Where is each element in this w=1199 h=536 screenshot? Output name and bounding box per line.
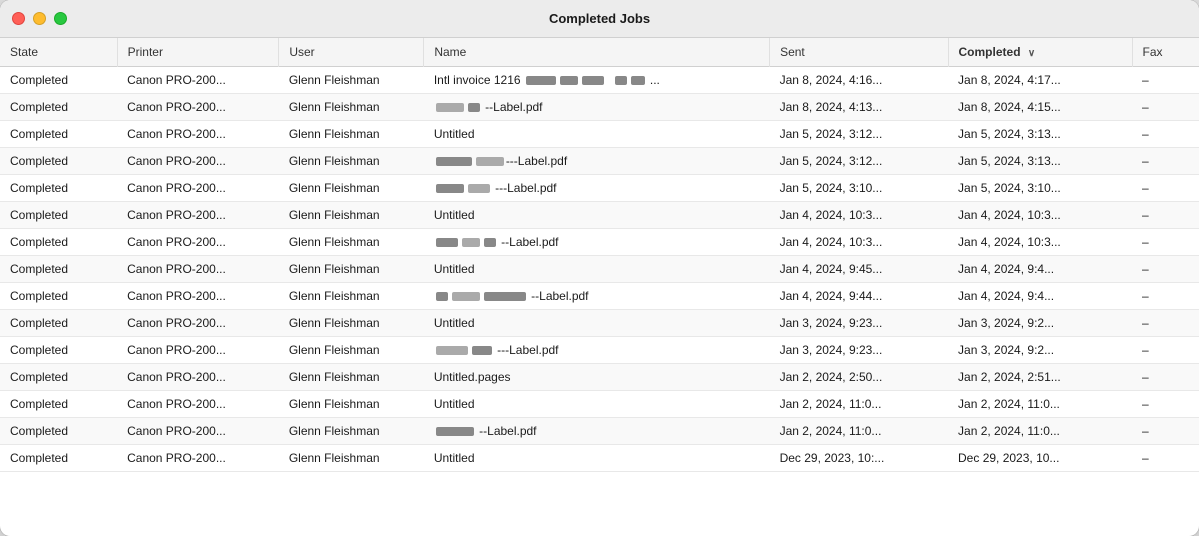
col-header-state[interactable]: State — [0, 38, 117, 67]
col-header-completed[interactable]: Completed ∨ — [948, 38, 1132, 67]
table-row[interactable]: CompletedCanon PRO-200...Glenn Fleishman… — [0, 67, 1199, 94]
traffic-lights — [12, 12, 67, 25]
table-row[interactable]: CompletedCanon PRO-200...Glenn Fleishman… — [0, 229, 1199, 256]
close-button[interactable] — [12, 12, 25, 25]
table-header-row: State Printer User Name Sent C — [0, 38, 1199, 67]
sort-indicator: ∨ — [1028, 48, 1035, 59]
table-row[interactable]: CompletedCanon PRO-200...Glenn Fleishman… — [0, 148, 1199, 175]
table-row[interactable]: CompletedCanon PRO-200...Glenn Fleishman… — [0, 121, 1199, 148]
table-container[interactable]: State Printer User Name Sent C — [0, 38, 1199, 536]
table-row[interactable]: CompletedCanon PRO-200...Glenn Fleishman… — [0, 175, 1199, 202]
col-header-name[interactable]: Name — [424, 38, 770, 67]
col-header-fax[interactable]: Fax — [1132, 38, 1199, 67]
table-row[interactable]: CompletedCanon PRO-200...Glenn Fleishman… — [0, 337, 1199, 364]
window-title: Completed Jobs — [549, 11, 650, 26]
maximize-button[interactable] — [54, 12, 67, 25]
jobs-table: State Printer User Name Sent C — [0, 38, 1199, 472]
table-row[interactable]: CompletedCanon PRO-200...Glenn Fleishman… — [0, 391, 1199, 418]
table-row[interactable]: CompletedCanon PRO-200...Glenn Fleishman… — [0, 445, 1199, 472]
table-row[interactable]: CompletedCanon PRO-200...Glenn Fleishman… — [0, 202, 1199, 229]
main-window: Completed Jobs State Printer User Name — [0, 0, 1199, 536]
col-header-printer[interactable]: Printer — [117, 38, 279, 67]
col-header-user[interactable]: User — [279, 38, 424, 67]
table-row[interactable]: CompletedCanon PRO-200...Glenn Fleishman… — [0, 310, 1199, 337]
table-row[interactable]: CompletedCanon PRO-200...Glenn Fleishman… — [0, 94, 1199, 121]
title-bar: Completed Jobs — [0, 0, 1199, 38]
table-row[interactable]: CompletedCanon PRO-200...Glenn Fleishman… — [0, 364, 1199, 391]
table-row[interactable]: CompletedCanon PRO-200...Glenn Fleishman… — [0, 418, 1199, 445]
table-row[interactable]: CompletedCanon PRO-200...Glenn Fleishman… — [0, 256, 1199, 283]
table-row[interactable]: CompletedCanon PRO-200...Glenn Fleishman… — [0, 283, 1199, 310]
minimize-button[interactable] — [33, 12, 46, 25]
col-header-sent[interactable]: Sent — [770, 38, 948, 67]
